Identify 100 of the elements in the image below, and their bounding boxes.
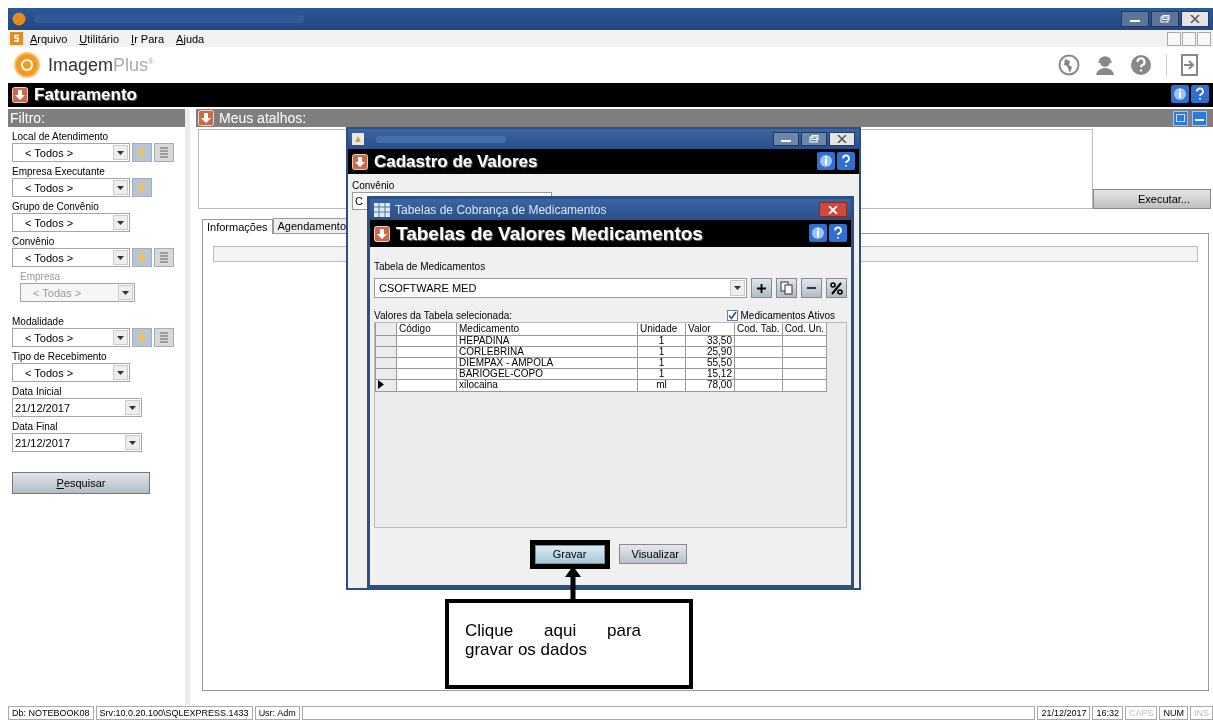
status-field: Usr: Adm [254,705,300,720]
minimize-button[interactable] [1121,11,1149,27]
restore-icon [809,135,819,143]
table-cell: BARIOGEL-COPO [456,368,638,379]
table-cell [734,368,783,379]
restore-button[interactable] [801,132,827,146]
dropdown-field[interactable]: < Todos > [12,213,130,232]
info-button[interactable] [809,223,827,244]
maximize-button[interactable] [1173,110,1188,126]
dropdown-field[interactable]: CSOFTWARE MED [374,278,747,298]
dialog-title: Tabelas de Valores Medicamentos [396,222,703,245]
column-header: Unidade [637,323,686,335]
status-field: 21/12/2017 [1037,705,1091,720]
help-button[interactable] [1191,85,1209,105]
close-icon [1190,15,1200,23]
close-button[interactable] [1181,11,1209,27]
menu-item[interactable]: Arquivo [25,32,73,45]
dropdown-field[interactable]: < Todos > [12,328,130,347]
menu-item[interactable]: Utilitário [74,32,125,45]
logo-icon [14,52,40,78]
caret-icon [117,185,124,190]
dialog-button[interactable]: Visualizar [618,544,687,564]
table-cell: DIEMPAX - AMPOLA [456,357,638,368]
status-field: 16:32 [1092,705,1123,720]
help-icon [829,223,847,242]
table-cell: 33,50 [685,335,735,346]
help-button[interactable] [837,151,855,172]
dropdown-field[interactable]: < Todos > [12,178,130,197]
info-button[interactable] [817,151,835,172]
dropdown-field[interactable]: < Todos > [12,248,130,267]
status-field: CAPS [1124,705,1158,720]
down-arrow-icon [12,87,28,103]
table-cell [734,357,783,368]
table-cell [396,357,457,368]
help-icon [1191,85,1209,103]
minus-icon [807,286,816,290]
percent-icon [830,281,843,295]
brand-name: ImagemPlus$^{®}$ [48,54,154,76]
help-icon[interactable] [1130,54,1152,76]
table-cell: 25,90 [685,346,735,357]
info-button[interactable] [1171,85,1189,105]
add-button[interactable] [751,278,772,298]
dialog-button[interactable]: Gravar [534,544,605,564]
menu-item[interactable]: Ajuda [171,32,210,45]
field-label: Local de Atendimento [12,131,110,143]
help-button[interactable] [829,223,847,244]
exit-icon[interactable] [1181,54,1199,76]
table-cell [782,357,827,368]
dropdown-field[interactable]: < Todos > [12,143,130,162]
globe-icon[interactable] [1058,54,1080,76]
table-cell [782,335,827,346]
copy-icon [779,281,794,295]
copy-button[interactable] [776,278,797,298]
menu-item[interactable]: Ir Para [126,32,170,45]
table-cell: HEPADINA [456,335,638,346]
dialog-title: Cadastro de Valores [374,151,538,172]
table-cell [782,368,827,379]
table-cell: 1 [637,335,686,346]
dropdown-field[interactable]: < Todos > [12,363,130,382]
list-icon [158,145,170,160]
table-window-icon [374,202,390,217]
down-arrow-icon [352,153,368,170]
maximize-icon [1176,114,1185,122]
current-row-icon [378,379,384,389]
window-icon [352,133,364,145]
column-header: Valor [685,323,735,335]
date-field[interactable]: 21/12/2017 [12,433,142,452]
run-button[interactable]: Executar... [1093,189,1211,209]
caret-icon [117,220,124,225]
checkbox[interactable] [726,310,738,321]
close-button[interactable] [819,202,847,217]
help-icon [837,151,855,170]
close-icon [837,135,847,143]
app-menu-icon[interactable] [10,32,23,45]
tab[interactable]: Informações [202,219,273,234]
caret-icon [129,405,136,410]
column-header: Cod. Un. [782,323,827,335]
search-button[interactable]: Pesquisar [12,472,150,494]
support-agent-icon[interactable] [1094,54,1116,76]
field-label: Tipo de Recebimento [12,351,108,363]
filter-header: Filtro: [8,109,185,127]
grid-corner-cell [375,323,397,335]
minimize-button[interactable] [773,132,799,146]
field-label: Data Inicial [12,386,63,398]
field-label: Convênio [12,236,56,248]
field-label: Grupo de Convênio [12,201,100,213]
table-cell: 1 [637,346,686,357]
table-cell [734,346,783,357]
remove-button[interactable] [801,278,822,298]
status-field: INS [1190,705,1213,720]
field-label: Tabela de Medicamentos [374,261,487,272]
module-title: Faturamento [34,85,137,105]
status-field: Db: NOTEBOOK08 [8,705,94,720]
restore-icon [1160,15,1170,23]
table-cell: 55,50 [685,357,735,368]
table-cell: 1 [637,357,686,368]
percent-button[interactable] [826,278,847,298]
close-button[interactable] [829,132,855,146]
restore-button[interactable] [1151,11,1179,27]
date-field[interactable]: 21/12/2017 [12,398,142,417]
